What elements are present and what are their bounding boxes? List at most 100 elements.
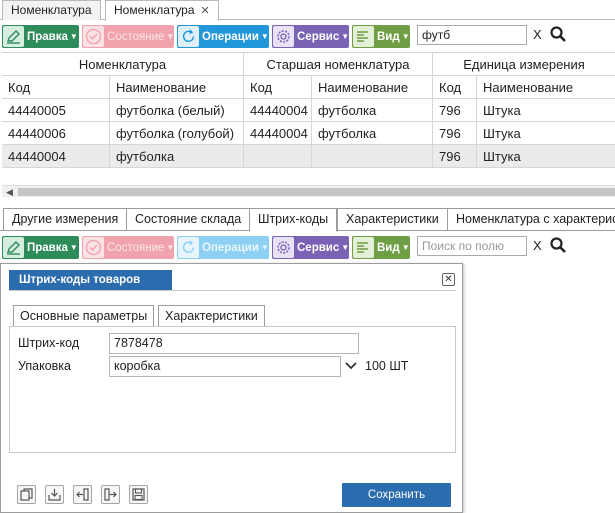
cell-parent-code: 44440004	[244, 122, 312, 145]
cell-code: 44440006	[2, 122, 110, 145]
divider	[9, 290, 456, 291]
service-label: Сервис	[297, 242, 340, 254]
table-group-header: Номенклатура Старшая номенклатура Единиц…	[2, 53, 615, 76]
cell-unit-code: 796	[433, 122, 477, 145]
col-unit-code[interactable]: Код	[433, 76, 477, 99]
operations-button[interactable]: Операции ▼	[177, 25, 269, 48]
list-icon	[353, 26, 374, 47]
cell-code: 44440005	[2, 99, 110, 122]
scroll-thumb[interactable]	[18, 188, 615, 196]
tab-nomenclature-1[interactable]: Номенклатура	[2, 0, 101, 20]
search-input[interactable]: футб	[417, 25, 527, 45]
pencil-icon	[3, 237, 24, 258]
save-disk-icon[interactable]	[129, 485, 148, 504]
view-label: Вид	[377, 242, 400, 254]
service-button[interactable]: Сервис ▼	[272, 236, 349, 259]
close-icon[interactable]: ✕	[442, 273, 455, 286]
cell-unit-name: Штука	[483, 126, 521, 141]
cell-parent-code	[244, 145, 312, 168]
table-row-selected[interactable]: 44440004 футболка 796 Штука	[2, 145, 615, 168]
pencil-icon	[3, 26, 24, 47]
search-icon[interactable]	[549, 236, 567, 254]
cell-unit-name: Штука	[483, 149, 521, 164]
service-label: Сервис	[297, 31, 340, 43]
scroll-left-icon[interactable]: ◀	[6, 186, 13, 198]
barcode-field[interactable]: 7878478	[109, 333, 359, 354]
package-label: Упаковка	[18, 359, 71, 373]
dialog-title: Штрих-коды товаров	[9, 270, 172, 290]
service-button[interactable]: Сервис ▼	[272, 25, 349, 48]
tab-main-params[interactable]: Основные параметры	[13, 305, 155, 327]
cell-parent-name: футболка	[312, 99, 433, 122]
tab-stock-state[interactable]: Состояние склада	[126, 208, 251, 231]
gear-icon	[273, 237, 294, 258]
save-button[interactable]: Сохранить	[342, 483, 451, 507]
col-code[interactable]: Код	[2, 76, 110, 99]
tab-label: Номенклатура	[11, 3, 92, 17]
main-toolbar: Правка ▼ Состояние ▼ Операции ▼ Сервис ▼ Вид…	[0, 24, 615, 50]
nomenclature-table: Номенклатура Старшая номенклатура Единиц…	[2, 52, 615, 168]
search-icon[interactable]	[549, 25, 567, 43]
table-sub-header: Код Наименование Код Наименование Код На…	[2, 76, 615, 99]
cell-parent-code: 44440004	[244, 99, 312, 122]
cell-name: футболка	[110, 145, 244, 168]
state-button[interactable]: Состояние ▼	[82, 25, 174, 48]
view-button[interactable]: Вид ▼	[352, 236, 410, 259]
state-label: Состояние	[107, 242, 165, 254]
chevron-down-icon[interactable]	[345, 361, 357, 371]
clear-search-button[interactable]: X	[533, 238, 542, 253]
move-right-icon[interactable]	[101, 485, 120, 504]
tab-characteristics[interactable]: Характеристики	[337, 208, 448, 231]
gear-icon	[273, 26, 294, 47]
field-search-input[interactable]: Поиск по полю	[417, 236, 527, 256]
col-name[interactable]: Наименование	[110, 76, 244, 99]
edit-button[interactable]: Правка ▼	[2, 236, 79, 259]
col-unit-name[interactable]: Наименование	[477, 76, 615, 99]
cell-code: 44440004	[2, 145, 110, 168]
cell-parent-name: футболка	[312, 122, 433, 145]
cell-name: футболка (голубой)	[110, 122, 244, 145]
tab-dialog-characteristics[interactable]: Характеристики	[158, 305, 265, 327]
tab-other-dimensions[interactable]: Другие измерения	[3, 208, 128, 231]
horizontal-scrollbar[interactable]: ◀	[2, 185, 615, 197]
col-parent-name[interactable]: Наименование	[312, 76, 433, 99]
top-tab-bar: Номенклатура Номенклатура ✕	[0, 0, 615, 21]
check-circle-icon	[83, 237, 104, 258]
package-field[interactable]: коробка	[109, 356, 341, 377]
view-button[interactable]: Вид ▼	[352, 25, 410, 48]
refresh-icon	[178, 237, 199, 258]
header-nomenclature: Номенклатура	[2, 53, 244, 76]
operations-label: Операции	[202, 242, 259, 254]
refresh-icon	[178, 26, 199, 47]
edit-label: Правка	[27, 31, 68, 43]
barcodes-dialog: Штрих-коды товаров ✕ Основные параметры …	[0, 263, 463, 513]
tab-barcodes[interactable]: Штрих-коды	[249, 208, 338, 232]
check-circle-icon	[83, 26, 104, 47]
clear-search-button[interactable]: X	[533, 27, 542, 42]
operations-label: Операции	[202, 31, 259, 43]
copy-icon[interactable]	[17, 485, 36, 504]
move-left-icon[interactable]	[73, 485, 92, 504]
header-unit: Единица измерения	[463, 57, 585, 72]
edit-button[interactable]: Правка ▼	[2, 25, 79, 48]
header-parent-nomenclature: Старшая номенклатура	[244, 53, 433, 76]
cell-unit-code: 796	[433, 145, 477, 168]
state-button[interactable]: Состояние ▼	[82, 236, 174, 259]
close-icon[interactable]: ✕	[201, 5, 210, 17]
view-label: Вид	[377, 31, 400, 43]
tab-nomenclature-2[interactable]: Номенклатура ✕	[105, 0, 219, 21]
operations-button[interactable]: Операции ▼	[177, 236, 269, 259]
table-row[interactable]: 44440005 футболка (белый) 44440004 футбо…	[2, 99, 615, 122]
cell-name: футболка (белый)	[110, 99, 244, 122]
detail-toolbar: Правка ▼ Состояние ▼ Операции ▼ Сервис ▼ Вид…	[0, 235, 615, 261]
state-label: Состояние	[107, 31, 165, 43]
cell-unit-name: Штука	[483, 103, 521, 118]
col-parent-code[interactable]: Код	[244, 76, 312, 99]
detail-tab-bar: Другие измерения Состояние склада Штрих-…	[0, 208, 615, 232]
import-icon[interactable]	[45, 485, 64, 504]
table-row[interactable]: 44440006 футболка (голубой) 44440004 фут…	[2, 122, 615, 145]
tab-nomenclature-with-characteristic[interactable]: Номенклатура с характеристикой	[447, 208, 615, 231]
package-quantity: 100 ШТ	[365, 359, 409, 373]
cell-parent-name	[312, 145, 433, 168]
edit-label: Правка	[27, 242, 68, 254]
